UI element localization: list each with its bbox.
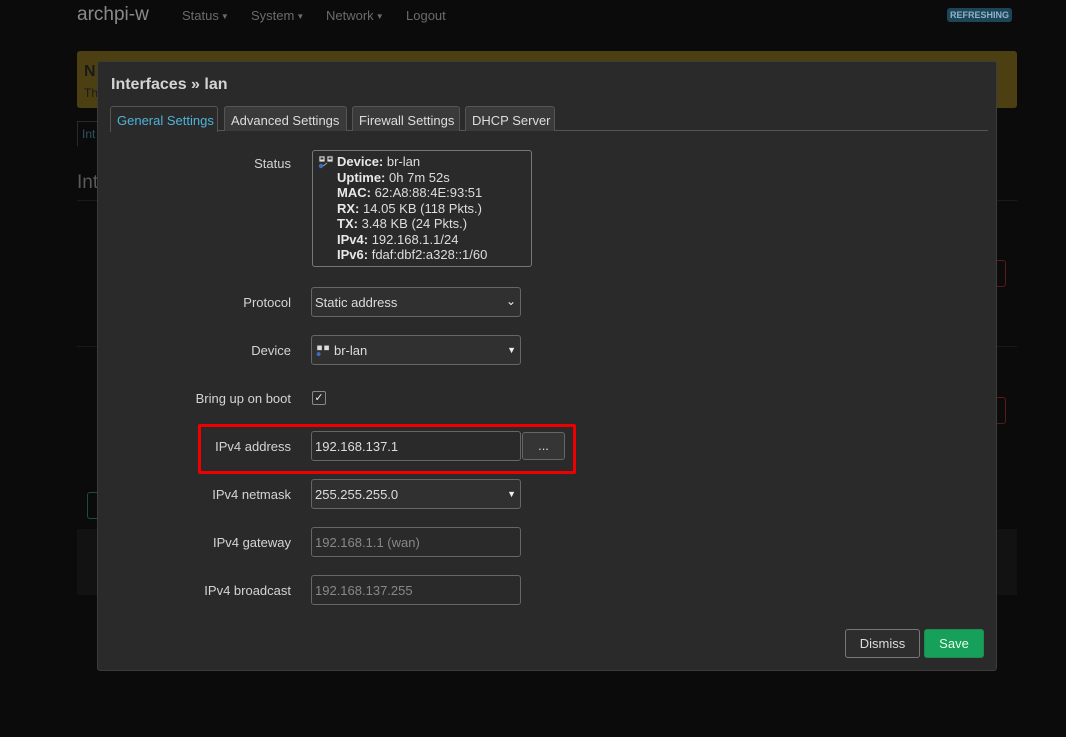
device-label: Device <box>251 343 291 358</box>
brand-name[interactable]: archpi-w <box>77 4 149 26</box>
status-panel: Device: br-lan Uptime: 0h 7m 52s MAC: 62… <box>312 150 532 267</box>
nav-system[interactable]: System ▼ <box>251 8 304 23</box>
caret-down-icon: ▼ <box>296 12 305 22</box>
interface-modal: Interfaces » lan General Settings Advanc… <box>97 61 997 671</box>
nav-logout[interactable]: Logout <box>406 8 446 23</box>
ipv4-netmask-select[interactable]: 255.255.255.0 ▼ <box>311 479 521 509</box>
ipv4-broadcast-label: IPv4 broadcast <box>204 583 291 598</box>
boot-label: Bring up on boot <box>195 391 291 406</box>
protocol-label: Protocol <box>243 295 291 310</box>
tab-firewall-settings[interactable]: Firewall Settings <box>352 106 460 131</box>
notice-title: N <box>84 63 96 80</box>
status-ipv4: IPv4: 192.168.1.1/24 <box>337 231 459 247</box>
caret-down-icon: ▼ <box>375 12 384 22</box>
network-switch-icon <box>318 155 334 169</box>
protocol-select[interactable]: Static address ⌄ <box>311 287 521 317</box>
modal-title: Interfaces » lan <box>111 76 228 93</box>
tab-bar: General Settings Advanced Settings Firew… <box>110 106 988 132</box>
status-device: Device: br-lan <box>337 154 421 169</box>
device-select[interactable]: br-lan ▼ <box>311 335 521 365</box>
ipv4-netmask-label: IPv4 netmask <box>212 487 291 502</box>
save-button[interactable]: Save <box>924 629 984 658</box>
nav-network[interactable]: Network ▼ <box>326 8 384 23</box>
status-uptime: Uptime: 0h 7m 52s <box>337 169 450 185</box>
ipv4-netmask-value: 255.255.255.0 <box>315 487 399 502</box>
status-details: Device: br-lan Uptime: 0h 7m 52s MAC: 62… <box>337 154 487 263</box>
ipv4-gateway-label: IPv4 gateway <box>212 535 291 550</box>
protocol-value: Static address <box>315 295 398 310</box>
ipv4-gateway-input[interactable]: 192.168.1.1 (wan) <box>311 527 521 557</box>
highlight-annotation <box>198 424 576 474</box>
status-tx: TX: 3.48 KB (24 Pkts.) <box>337 216 468 231</box>
status-mac: MAC: 62:A8:88:4E:93:51 <box>337 185 483 200</box>
dismiss-button[interactable]: Dismiss <box>845 629 920 658</box>
dropdown-triangle-icon: ▼ <box>507 489 516 499</box>
nav-status[interactable]: Status ▼ <box>182 8 229 23</box>
dropdown-triangle-icon: ▼ <box>507 345 516 355</box>
notice-text: Th <box>84 86 99 100</box>
tab-advanced-settings[interactable]: Advanced Settings <box>224 106 347 131</box>
device-value: br-lan <box>334 343 368 358</box>
status-rx: RX: 14.05 KB (118 Pkts.) <box>337 200 483 216</box>
top-navbar: archpi-w Status ▼ System ▼ Network ▼ Logout… <box>0 0 1066 32</box>
chevron-down-icon: ⌄ <box>505 294 516 308</box>
status-ipv6: IPv6: fdaf:dbf2:a328::1/60 <box>337 247 488 262</box>
status-label: Status <box>254 156 291 171</box>
background-heading: Int <box>77 172 99 193</box>
network-switch-icon <box>316 344 330 356</box>
caret-down-icon: ▼ <box>220 12 229 22</box>
refreshing-badge[interactable]: REFRESHING <box>947 8 1013 22</box>
ipv4-broadcast-input[interactable]: 192.168.137.255 <box>311 575 521 605</box>
tab-dhcp-server[interactable]: DHCP Server <box>465 106 555 131</box>
tab-general-settings[interactable]: General Settings <box>110 106 218 132</box>
bring-up-on-boot-checkbox[interactable]: ✓ <box>312 391 326 405</box>
